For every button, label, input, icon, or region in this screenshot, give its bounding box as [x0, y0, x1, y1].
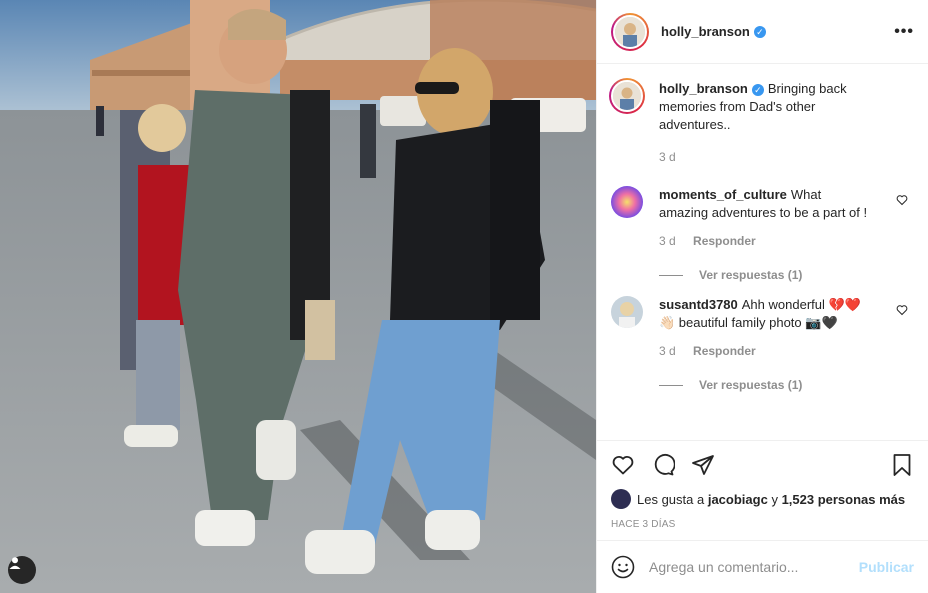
bookmark-icon[interactable] [890, 453, 914, 477]
photo-illustration [0, 0, 596, 593]
replies-divider [659, 274, 683, 276]
liker-username[interactable]: jacobiagc [708, 492, 768, 507]
liker-avatar [611, 489, 631, 509]
view-replies-label: Ver respuestas (1) [699, 378, 803, 392]
author-avatar[interactable] [611, 12, 649, 51]
author-avatar-image [613, 14, 647, 49]
share-icon[interactable] [691, 453, 715, 477]
view-replies-label: Ver respuestas (1) [699, 268, 803, 282]
post-header: holly_branson ✓ ••• [597, 0, 928, 64]
view-replies-toggle[interactable]: Ver respuestas (1) [659, 378, 912, 392]
comment-like-heart-icon[interactable] [896, 194, 908, 206]
likes-prefix: Les gusta a [637, 491, 705, 507]
publish-button[interactable]: Publicar [859, 559, 914, 575]
comment-time[interactable]: 3 d [659, 344, 676, 358]
caption-username[interactable]: holly_branson [659, 81, 748, 96]
user-tag-icon [9, 557, 21, 569]
comment-username[interactable]: susantd3780 [659, 297, 738, 312]
comment-like-heart-icon[interactable] [896, 304, 908, 316]
view-replies-toggle[interactable]: Ver respuestas (1) [659, 268, 912, 282]
commenter-avatar[interactable] [611, 296, 643, 328]
more-options-icon[interactable]: ••• [894, 23, 914, 41]
caption-time[interactable]: 3 d [659, 150, 676, 164]
add-comment-bar: Publicar [597, 540, 928, 593]
caption-avatar[interactable] [609, 78, 645, 114]
instagram-post: holly_branson ✓ ••• holly_branson ✓ Brin… [0, 0, 928, 593]
author-username[interactable]: holly_branson [661, 24, 750, 39]
reply-button[interactable]: Responder [693, 344, 756, 358]
replies-divider [659, 384, 683, 386]
likes-summary[interactable]: Les gusta a jacobiagc y 1,523 personas m… [611, 489, 914, 509]
caption: holly_branson ✓ Bringing back memories fro… [609, 78, 912, 166]
comment-username[interactable]: moments_of_culture [659, 187, 787, 202]
comment-input[interactable] [649, 559, 859, 575]
heart-icon[interactable] [611, 453, 635, 477]
comment-time[interactable]: 3 d [659, 234, 676, 248]
user-tag-button[interactable] [8, 556, 36, 584]
post-photo[interactable] [0, 0, 596, 593]
comment-item: moments_of_culture What amazing adventure… [611, 186, 912, 250]
post-date[interactable]: HACE 3 DÍAS [611, 519, 914, 530]
verified-icon: ✓ [751, 83, 764, 96]
comment-item: susantd3780 Ahh wonderful 💔❤️ 👋🏻 beautifu… [611, 296, 912, 360]
verified-icon: ✓ [753, 25, 766, 38]
caption-avatar-image [611, 80, 643, 112]
likes-count[interactable]: 1,523 personas más [782, 492, 906, 507]
reply-button[interactable]: Responder [693, 234, 756, 248]
post-side-panel: holly_branson ✓ ••• holly_branson ✓ Brin… [596, 0, 928, 593]
comment-icon[interactable] [651, 453, 675, 477]
commenter-avatar[interactable] [611, 186, 643, 218]
comments-list[interactable]: holly_branson ✓ Bringing back memories fro… [597, 64, 928, 440]
emoji-icon[interactable] [611, 555, 635, 579]
post-actions: Les gusta a jacobiagc y 1,523 personas m… [597, 440, 928, 540]
likes-conjunction: y [771, 491, 778, 507]
